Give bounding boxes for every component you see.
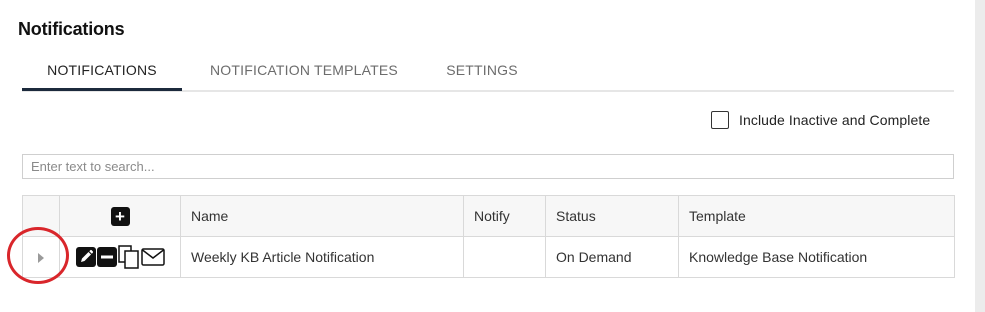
- grid-header-row: + Name Notify Status Template: [22, 195, 955, 237]
- envelope-icon[interactable]: [140, 247, 165, 267]
- include-inactive-checkbox[interactable]: [711, 110, 729, 129]
- include-inactive-label: Include Inactive and Complete: [739, 111, 931, 128]
- pencil-icon[interactable]: [75, 247, 96, 267]
- row-status-cell: On Demand: [545, 236, 679, 278]
- search-input[interactable]: [22, 154, 954, 179]
- tab-settings[interactable]: SETTINGS: [434, 56, 530, 89]
- tab-notifications[interactable]: NOTIFICATIONS: [22, 56, 182, 91]
- scrollbar-track[interactable]: [975, 0, 985, 312]
- expand-row-arrow-icon[interactable]: [38, 253, 44, 264]
- expand-column-header: [22, 195, 60, 237]
- name-column-header[interactable]: Name: [180, 195, 464, 237]
- row-actions: [75, 245, 165, 269]
- notify-column-header[interactable]: Notify: [463, 195, 546, 237]
- expand-cell: [22, 236, 60, 278]
- minus-square-icon[interactable]: [96, 247, 117, 267]
- table-row: Weekly KB Article Notification On Demand…: [22, 236, 955, 278]
- plus-square-icon[interactable]: +: [110, 206, 130, 226]
- page-title: Notifications: [18, 19, 125, 39]
- tab-bar: NOTIFICATIONS NOTIFICATION TEMPLATES SET…: [22, 56, 954, 92]
- copy-icon[interactable]: [117, 245, 140, 269]
- include-inactive-filter: Include Inactive and Complete: [711, 109, 930, 130]
- row-name-cell: Weekly KB Article Notification: [180, 236, 464, 278]
- row-notify-cell: [463, 236, 546, 278]
- tab-notification-templates[interactable]: NOTIFICATION TEMPLATES: [198, 56, 410, 89]
- row-template-cell: Knowledge Base Notification: [678, 236, 955, 278]
- row-actions-cell: [59, 236, 181, 278]
- status-column-header[interactable]: Status: [545, 195, 679, 237]
- template-column-header[interactable]: Template: [678, 195, 955, 237]
- notifications-grid: + Name Notify Status Template Weekly KB …: [22, 195, 955, 278]
- actions-column-header: +: [59, 195, 181, 237]
